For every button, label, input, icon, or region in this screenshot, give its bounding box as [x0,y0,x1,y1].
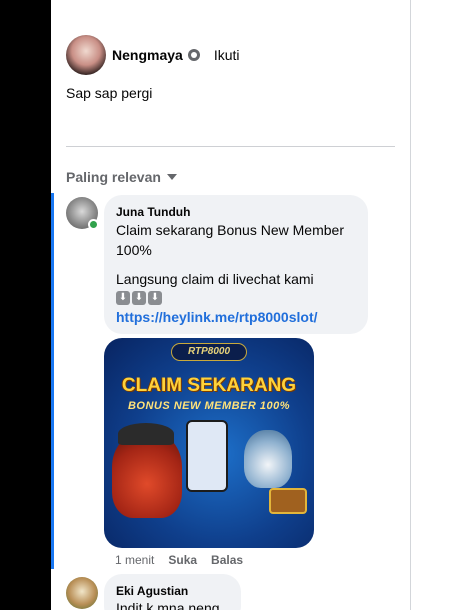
pirate-hat-illustration [118,423,174,445]
online-status-icon [88,219,99,230]
author-name[interactable]: Nengmaya [112,47,183,63]
pirate-illustration [112,433,182,518]
backdrop-left [0,0,51,610]
commenter-name-2[interactable]: Eki Agustian [116,583,229,599]
post-separator [66,146,395,147]
author-avatar[interactable] [66,35,106,75]
follow-button[interactable]: Ikuti [214,47,240,63]
arrow-down-icon: ⬇ [116,291,130,305]
globe-icon [187,49,200,61]
arrow-emojis: ⬇ ⬇ ⬇ [116,291,356,305]
thread-highlight-line [51,193,54,569]
post-text: Sap sap pergi [66,85,153,101]
comment-meta: 1 menit Suka Balas [115,553,243,567]
commenter-avatar-2[interactable] [66,577,98,609]
arrow-down-icon: ⬇ [148,291,162,305]
arrow-down-icon: ⬇ [132,291,146,305]
commenter-name[interactable]: Juna Tunduh [116,204,356,220]
post-header: Nengmaya Ikuti [66,35,240,75]
comment-time[interactable]: 1 menit [115,553,154,567]
caret-down-icon [166,174,177,180]
comment-text-3: Indit k mna neng [116,600,220,610]
comment-text-2: Langsung claim di livechat kami [116,271,314,287]
promo-title: CLAIM SEKARANG [121,375,297,396]
comment-text: Claim sekarang Bonus New Member 100% [116,222,344,258]
treasure-chest-illustration [269,488,307,514]
sort-label: Paling relevan [66,169,161,185]
right-area [411,0,454,610]
phone-illustration [186,420,228,492]
like-button[interactable]: Suka [168,553,197,567]
comment-sort-dropdown[interactable]: Paling relevan [66,169,177,185]
post-panel: Nengmaya Ikuti Sap sap pergi Paling rele… [51,0,410,610]
promo-logo: RTP8000 [171,343,247,361]
shark-illustration [244,430,292,488]
reply-button[interactable]: Balas [211,553,243,567]
comment-bubble-2: Eki Agustian Indit k mna neng [104,574,241,610]
comment-link[interactable]: https://heylink.me/rtp8000slot/ [116,307,356,327]
promo-subtitle: BONUS NEW MEMBER 100% [127,400,291,412]
comment-image[interactable]: RTP8000 CLAIM SEKARANG BONUS NEW MEMBER … [104,338,314,548]
comment-bubble: Juna Tunduh Claim sekarang Bonus New Mem… [104,195,368,334]
